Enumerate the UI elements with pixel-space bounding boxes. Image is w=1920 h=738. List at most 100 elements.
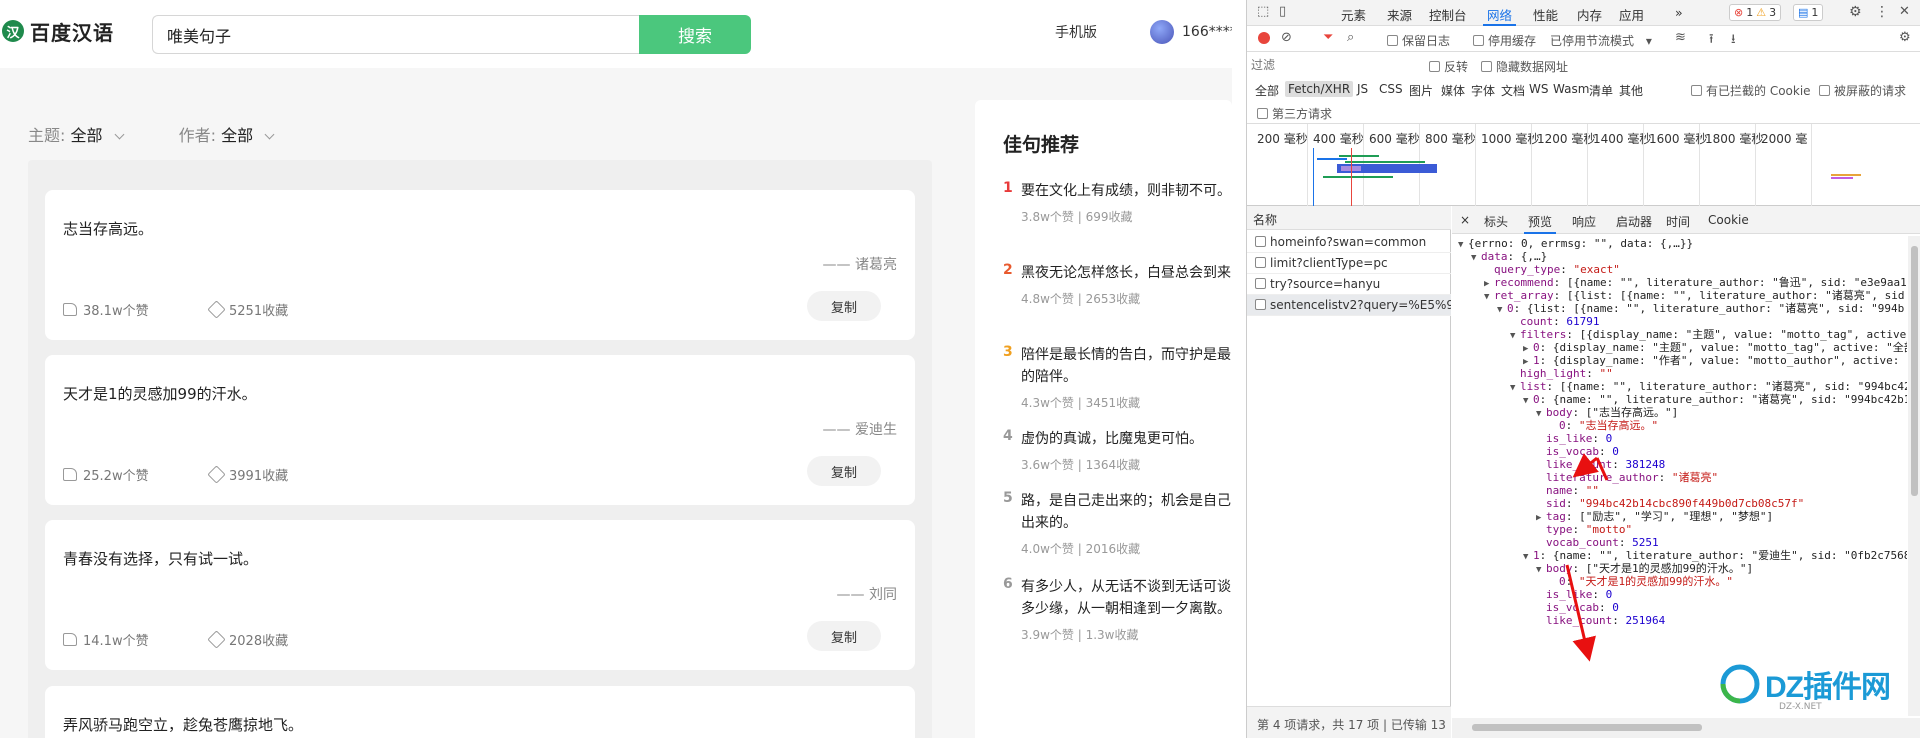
recommend-text-cont[interactable]: 的陪伴。 <box>1021 366 1077 388</box>
record-icon[interactable] <box>1258 32 1270 44</box>
filter-author-value[interactable]: 全部 <box>221 126 253 145</box>
sentence-author[interactable]: —— 刘同 <box>837 584 897 604</box>
inspect-icon[interactable]: ⬚ <box>1257 4 1269 19</box>
network-timeline[interactable]: 200 毫秒 400 毫秒 600 毫秒 800 毫秒 1000 毫秒 1200 毫秒 14… <box>1247 124 1920 206</box>
expand-triangle-icon[interactable]: ▼ <box>1497 302 1507 318</box>
devtools-tab[interactable]: 网络 <box>1482 5 1517 26</box>
devtools-tab[interactable]: 元素 <box>1341 5 1366 24</box>
request-row[interactable]: homeinfo?swan=common <box>1247 232 1451 253</box>
request-row[interactable]: try?source=hanyu <box>1247 274 1451 295</box>
recommend-text[interactable]: 黑夜无论怎样悠长，白昼总会到来 <box>1021 262 1231 284</box>
devtools-tab[interactable]: 性能 <box>1533 5 1558 24</box>
devtools-tab[interactable]: 控制台 <box>1429 5 1467 24</box>
more-tabs-icon[interactable]: » <box>1675 5 1683 20</box>
expand-triangle-icon[interactable]: ▼ <box>1523 549 1533 565</box>
resource-type-filter[interactable]: 全部 <box>1255 82 1279 99</box>
devtools-tab[interactable]: 应用 <box>1619 5 1644 24</box>
filter-theme-value[interactable]: 全部 <box>71 126 103 145</box>
upload-icon[interactable]: ⭱ <box>1709 30 1714 52</box>
mobile-version-link[interactable]: 手机版 <box>1055 22 1097 42</box>
like-button[interactable]: 14.1w个赞 <box>63 630 149 649</box>
tab-cookies[interactable]: Cookie <box>1708 213 1749 227</box>
hide-data-urls-checkbox[interactable]: 隐藏数据网址 <box>1481 58 1568 75</box>
expand-triangle-icon[interactable]: ▼ <box>1484 289 1494 305</box>
tab-headers[interactable]: 标头 <box>1484 213 1508 230</box>
throttle-select[interactable]: 已停用节流模式 ▾ <box>1550 32 1652 49</box>
expand-triangle-icon[interactable]: ▼ <box>1510 328 1520 344</box>
third-party-checkbox[interactable]: 第三方请求 <box>1257 105 1332 122</box>
resource-type-filter[interactable]: 文档 <box>1501 82 1525 99</box>
recommend-text[interactable]: 路，是自己走出来的；机会是自己 <box>1021 490 1231 512</box>
resource-type-filter[interactable]: WS <box>1529 82 1548 96</box>
expand-triangle-icon[interactable]: ▼ <box>1458 237 1468 253</box>
resource-type-filter[interactable]: 其他 <box>1619 82 1643 99</box>
copy-button[interactable]: 复制 <box>807 456 881 486</box>
tab-response[interactable]: 响应 <box>1572 213 1596 230</box>
resource-type-filter[interactable]: CSS <box>1379 82 1403 96</box>
filter-theme[interactable]: 主题: 全部 <box>28 122 125 146</box>
search-button[interactable]: 搜索 <box>639 15 751 54</box>
issues-badge[interactable]: ⊗ 1 ⚠ 3 <box>1729 4 1782 21</box>
search-icon[interactable]: ⌕ <box>1347 30 1354 45</box>
search-input[interactable]: 唯美句子 <box>152 15 640 54</box>
chevron-down-icon[interactable] <box>114 129 125 140</box>
devtools-tab[interactable]: 来源 <box>1387 5 1412 24</box>
download-icon[interactable]: ⭳ <box>1731 30 1736 52</box>
recommend-text-cont[interactable]: 多少缘，从一朝相逢到一夕离散。 <box>1021 598 1231 620</box>
preview-vscrollbar[interactable] <box>1908 236 1920 716</box>
preserve-log-checkbox[interactable]: 保留日志 <box>1387 32 1450 49</box>
network-conditions-icon[interactable]: ≋ <box>1675 30 1686 45</box>
filter-author[interactable]: 作者: 全部 <box>179 122 275 146</box>
filter-input[interactable] <box>1251 56 1411 74</box>
more-options-icon[interactable]: ⋮ <box>1875 4 1889 20</box>
favorite-button[interactable]: 5251收藏 <box>207 300 288 319</box>
resource-type-filter[interactable]: 清单 <box>1589 82 1613 99</box>
scrollbar-thumb[interactable] <box>1472 724 1702 731</box>
device-toolbar-icon[interactable]: ▯ <box>1279 4 1286 19</box>
close-icon[interactable]: ✕ <box>1899 4 1910 19</box>
json-preview[interactable]: ▼ {errno: 0, errmsg: "", data: {,…}} ▼ data… <box>1452 236 1907 716</box>
tab-preview[interactable]: 预览 <box>1523 213 1557 234</box>
recommend-text[interactable]: 虚伪的真诚，比魔鬼更可怕。 <box>1021 428 1203 450</box>
recommend-text[interactable]: 陪伴是最长情的告白，而守护是最 <box>1021 344 1231 366</box>
copy-button[interactable]: 复制 <box>807 621 881 651</box>
copy-button[interactable]: 复制 <box>807 291 881 321</box>
sentence-author[interactable]: —— 爱迪生 <box>823 419 897 439</box>
disable-cache-checkbox[interactable]: 停用缓存 <box>1473 32 1536 49</box>
tab-timing[interactable]: 时间 <box>1666 213 1690 230</box>
network-settings-icon[interactable]: ⚙ <box>1899 30 1911 45</box>
resource-type-filter[interactable]: JS <box>1357 82 1368 96</box>
request-row[interactable]: limit?clientType=pc <box>1247 253 1451 274</box>
gear-icon[interactable]: ⚙ <box>1849 4 1862 20</box>
user-menu[interactable]: 166***** <box>1150 20 1232 44</box>
favorite-button[interactable]: 3991收藏 <box>207 465 288 484</box>
blocked-cookies-checkbox[interactable]: 有已拦截的 Cookie <box>1691 82 1811 99</box>
blocked-requests-checkbox[interactable]: 被屏蔽的请求 <box>1819 82 1906 99</box>
expand-triangle-icon[interactable]: ▼ <box>1536 406 1546 422</box>
resource-type-filter[interactable]: Wasm <box>1553 82 1589 96</box>
sentence-author[interactable]: —— 诸葛亮 <box>823 254 897 274</box>
recommend-text[interactable]: 要在文化上有成绩，则非韧不可。 <box>1021 180 1231 202</box>
favorite-button[interactable]: 2028收藏 <box>207 630 288 649</box>
recommend-text-cont[interactable]: 出来的。 <box>1021 512 1077 534</box>
recommend-text[interactable]: 有多少人，从无话不谈到无话可谈 <box>1021 576 1231 598</box>
filter-icon[interactable]: ⏷ <box>1323 30 1333 45</box>
avatar[interactable] <box>1150 20 1174 44</box>
expand-triangle-icon[interactable]: ▼ <box>1471 250 1481 266</box>
clear-icon[interactable]: ⊘ <box>1281 30 1292 45</box>
resource-type-filter[interactable]: 媒体 <box>1441 82 1465 99</box>
like-button[interactable]: 25.2w个赞 <box>63 465 149 484</box>
close-details-icon[interactable]: × <box>1460 213 1470 227</box>
chevron-down-icon[interactable] <box>264 129 275 140</box>
user-name[interactable]: 166***** <box>1182 24 1232 40</box>
preview-hscrollbar[interactable] <box>1452 718 1920 738</box>
resource-type-filter[interactable]: 图片 <box>1409 82 1433 99</box>
like-button[interactable]: 38.1w个赞 <box>63 300 149 319</box>
expand-triangle-icon[interactable]: ▼ <box>1510 380 1520 396</box>
invert-checkbox[interactable]: 反转 <box>1429 58 1468 75</box>
expand-triangle-icon[interactable]: ▼ <box>1523 393 1533 409</box>
devtools-tab[interactable]: 内存 <box>1577 5 1602 24</box>
messages-badge[interactable]: ▤ 1 <box>1793 4 1824 21</box>
name-column-header[interactable]: 名称 <box>1247 206 1451 230</box>
resource-type-filter[interactable]: Fetch/XHR <box>1285 81 1354 97</box>
